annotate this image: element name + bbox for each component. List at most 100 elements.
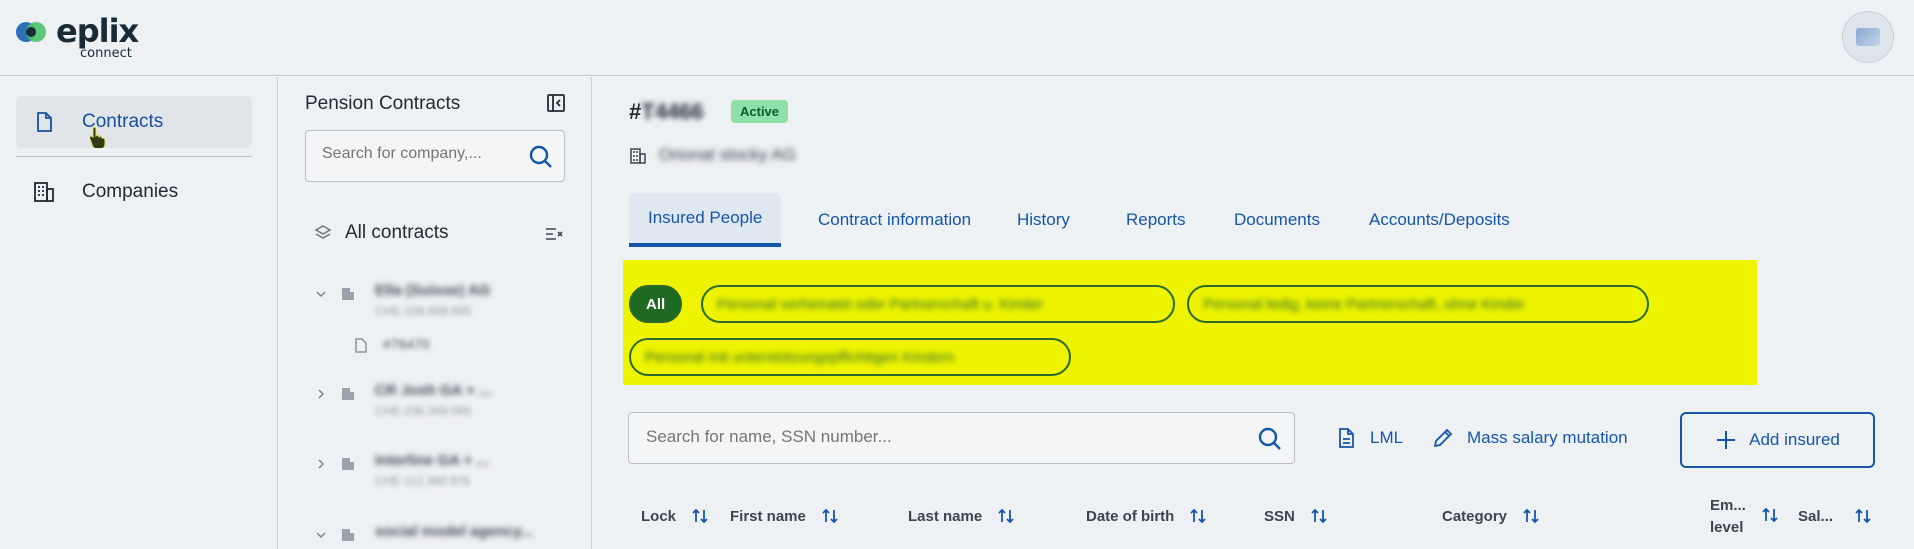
- column-header-salary[interactable]: Sal...: [1798, 501, 1873, 531]
- collapse-panel-icon[interactable]: [546, 93, 566, 113]
- tab-history[interactable]: History: [998, 193, 1089, 247]
- logo-sub: connect: [80, 46, 132, 61]
- tab-reports[interactable]: Reports: [1107, 193, 1205, 247]
- filter-chip-label: All: [646, 295, 666, 313]
- insured-search-input[interactable]: [646, 427, 1226, 447]
- contract-id: T4466: [641, 99, 704, 124]
- chevron-right-icon[interactable]: [315, 388, 327, 400]
- column-label: Category: [1442, 507, 1508, 525]
- tab-insured-people[interactable]: Insured People: [629, 193, 782, 247]
- main-nav: Contracts Companies: [0, 77, 278, 549]
- add-insured-label: Add insured: [1749, 430, 1840, 449]
- chevron-down-icon[interactable]: [315, 288, 327, 300]
- status-badge: Active: [731, 100, 789, 123]
- contract-company-name[interactable]: Orionat stocky AG: [659, 145, 796, 165]
- sort-arrows-icon[interactable]: [1853, 506, 1873, 526]
- column-header-category[interactable]: Category: [1442, 501, 1541, 531]
- contracts-panel: Pension Contracts All contracts Ella (Su…: [279, 77, 592, 549]
- hand-cursor-icon: [89, 126, 106, 148]
- tab-accounts-deposits[interactable]: Accounts/Deposits: [1350, 193, 1529, 247]
- tree-item-company[interactable]: Ella (Suisse) AG CHE-106.669.905: [315, 282, 575, 322]
- document-text-icon: [1339, 428, 1354, 448]
- column-label-line1: Em...: [1710, 497, 1746, 514]
- tab-documents[interactable]: Documents: [1215, 193, 1339, 247]
- tab-bar: Insured People Contract information Hist…: [629, 193, 1589, 247]
- insured-search-field[interactable]: [628, 412, 1295, 464]
- sort-arrows-icon[interactable]: [1309, 506, 1329, 526]
- building-icon: [342, 288, 354, 300]
- nav-item-contracts[interactable]: Contracts: [16, 96, 252, 148]
- sort-arrows-icon[interactable]: [1760, 505, 1780, 525]
- tree-contract-name: #76470: [383, 336, 430, 352]
- avatar[interactable]: [1842, 11, 1894, 63]
- building-icon: [34, 182, 54, 202]
- sort-arrows-icon[interactable]: [1188, 506, 1208, 526]
- eplix-logo[interactable]: eplix connect: [16, 14, 146, 64]
- tree-company-uid: CHE-106.669.905: [375, 304, 472, 318]
- building-icon: [630, 148, 646, 164]
- add-insured-button[interactable]: Add insured: [1680, 412, 1875, 468]
- company-search-input[interactable]: [322, 145, 522, 163]
- building-icon: [342, 388, 354, 400]
- search-icon[interactable]: [528, 144, 554, 170]
- filter-chip-category[interactable]: Personal verheiratet oder Partnerschaft …: [701, 285, 1175, 323]
- tree-company-name: Interline GA + ...: [375, 452, 490, 469]
- contract-detail: #T4466 Active Orionat stocky AG Insured …: [593, 77, 1914, 549]
- filter-chip-all[interactable]: All: [629, 285, 683, 323]
- search-icon[interactable]: [1257, 426, 1283, 452]
- all-contracts-row[interactable]: All contracts: [314, 220, 564, 250]
- tree-company-name: social model agency...: [375, 523, 534, 540]
- tab-contract-information[interactable]: Contract information: [799, 193, 990, 247]
- tree-company-uid: CHE-236.349.085: [375, 404, 472, 418]
- column-label: Date of birth: [1086, 507, 1175, 525]
- column-label: First name: [730, 507, 806, 525]
- sort-arrows-icon[interactable]: [690, 506, 710, 526]
- filter-chip-category[interactable]: Personal mit unterstützungspflichtigen K…: [629, 338, 1071, 376]
- top-bar: eplix connect: [0, 0, 1914, 76]
- building-icon: [342, 529, 354, 541]
- sort-list-icon[interactable]: [544, 225, 564, 243]
- column-header-first-name[interactable]: First name: [730, 501, 840, 531]
- chevron-right-icon[interactable]: [315, 458, 327, 470]
- mass-salary-mutation-label: Mass salary mutation: [1467, 428, 1628, 447]
- building-icon: [342, 458, 354, 470]
- sort-arrows-icon[interactable]: [996, 506, 1016, 526]
- avatar-image: [1856, 28, 1880, 46]
- tree-item-company[interactable]: CR Josh GA + ... CHE-236.349.085: [315, 382, 575, 422]
- column-label: SSN: [1264, 507, 1295, 525]
- plus-icon: [1717, 431, 1736, 449]
- column-header-employment-level[interactable]: Em... level: [1710, 495, 1750, 539]
- contract-hash-sign: #: [629, 99, 642, 124]
- column-header-date-of-birth[interactable]: Date of birth: [1086, 501, 1208, 531]
- logo-mark-icon: [16, 22, 46, 42]
- column-label: Last name: [908, 507, 983, 525]
- chevron-down-icon[interactable]: [315, 529, 327, 541]
- category-filter-group: All Personal verheiratet oder Partnersch…: [623, 260, 1757, 385]
- filter-chip-label: Personal mit unterstützungspflichtigen K…: [645, 348, 955, 366]
- contract-number: #T4466: [629, 99, 704, 125]
- tree-company-uid: CHE-112.360.976: [375, 474, 471, 488]
- sort-arrows-icon[interactable]: [820, 506, 840, 526]
- filter-chip-label: Personal ledig, keine Partnerschaft, ohn…: [1203, 295, 1525, 313]
- tree-item-contract[interactable]: #76470: [355, 336, 555, 358]
- lml-label: LML: [1370, 428, 1404, 447]
- company-search-field[interactable]: [305, 130, 565, 182]
- column-header-last-name[interactable]: Last name: [908, 501, 1016, 531]
- tree-item-company[interactable]: social model agency...: [315, 523, 575, 549]
- nav-divider: [16, 156, 252, 157]
- layers-icon: [314, 225, 332, 239]
- column-header-ssn[interactable]: SSN: [1264, 501, 1329, 531]
- column-header-lock[interactable]: Lock: [641, 501, 710, 531]
- filter-chip-category[interactable]: Personal ledig, keine Partnerschaft, ohn…: [1187, 285, 1649, 323]
- tree-company-name: Ella (Suisse) AG: [375, 282, 491, 299]
- pencil-icon: [1433, 428, 1453, 448]
- nav-item-companies[interactable]: Companies: [16, 166, 252, 218]
- mass-salary-mutation-button[interactable]: Mass salary mutation: [1431, 413, 1628, 463]
- nav-label-companies: Companies: [82, 181, 179, 202]
- column-label: Sal...: [1798, 507, 1834, 525]
- filter-chip-label: Personal verheiratet oder Partnerschaft …: [717, 295, 1044, 313]
- tree-item-company[interactable]: Interline GA + ... CHE-112.360.976: [315, 452, 575, 492]
- panel-title: Pension Contracts: [305, 93, 461, 114]
- lml-button[interactable]: LML: [1334, 413, 1403, 463]
- sort-arrows-icon[interactable]: [1521, 506, 1541, 526]
